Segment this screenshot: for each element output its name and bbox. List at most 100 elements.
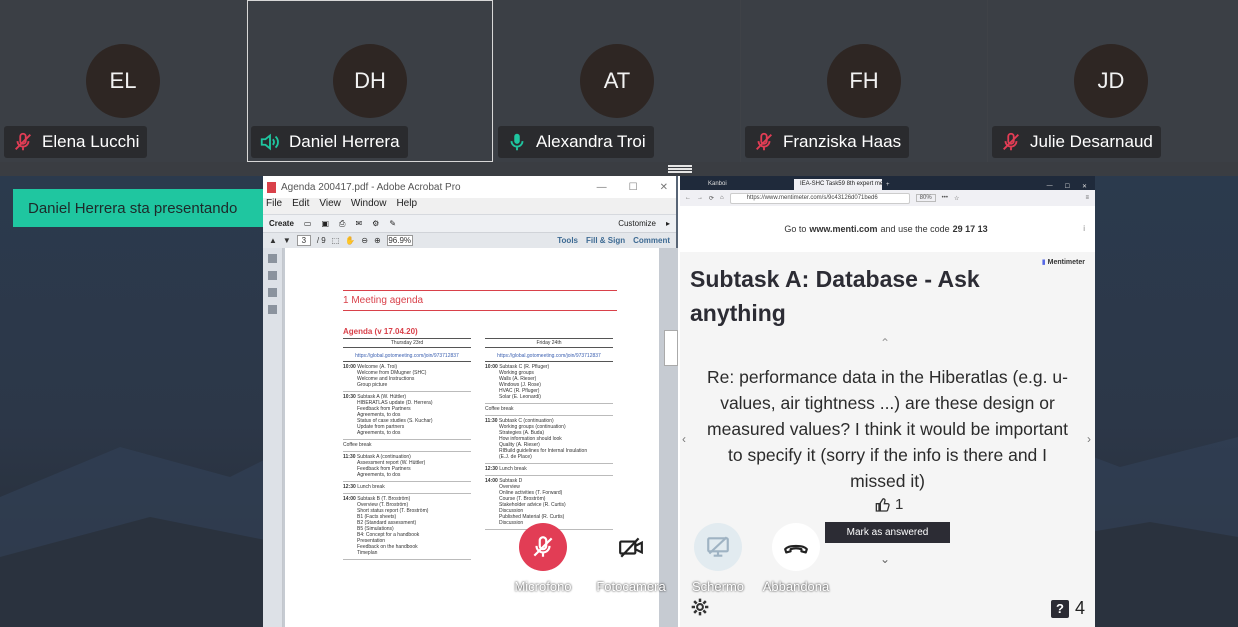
agenda-subheading: Agenda (v 17.04.20): [343, 327, 418, 336]
browser-tabbar: Kanboi IEA-SHC Task59 8th expert mee + —…: [680, 176, 1095, 190]
leave-button[interactable]: [772, 523, 820, 571]
microphone-button[interactable]: [519, 523, 567, 571]
screen-share-button[interactable]: [694, 523, 742, 571]
forward-icon[interactable]: →: [697, 195, 703, 201]
agenda-heading: 1 Meeting agenda: [343, 290, 617, 311]
chevron-left-icon[interactable]: ‹: [682, 432, 686, 446]
zoom-field[interactable]: 96.9%: [386, 235, 413, 246]
menu-file[interactable]: File: [266, 198, 282, 214]
participant-tile-2[interactable]: DH Daniel Herrera: [247, 0, 493, 162]
menu-view[interactable]: View: [319, 198, 341, 214]
print-icon[interactable]: ⎙: [339, 219, 345, 229]
page-number-field[interactable]: 3: [296, 235, 311, 246]
page-down-icon[interactable]: ▼: [283, 236, 291, 245]
participant-name: Daniel Herrera: [289, 132, 400, 151]
close-icon[interactable]: ✕: [1082, 183, 1087, 190]
layers-icon[interactable]: [268, 305, 277, 314]
agenda-row-title: 12:30 Lunch break: [485, 466, 613, 472]
more-icon[interactable]: •••: [942, 195, 948, 201]
customize-button[interactable]: Customize: [618, 219, 656, 228]
home-icon[interactable]: ⌂: [720, 195, 724, 201]
agenda-meeting-link[interactable]: https://global.gotomeeting.com/join/9737…: [343, 351, 471, 362]
like-count: 1: [895, 496, 904, 513]
logo-text: Mentimeter: [1047, 259, 1085, 266]
agenda-meeting-link[interactable]: https://global.gotomeeting.com/join/9737…: [485, 351, 613, 362]
menti-site[interactable]: www.menti.com: [809, 224, 877, 234]
agenda-item: Group picture: [357, 382, 388, 388]
camera-off-icon: [619, 537, 643, 558]
comment-tab[interactable]: Comment: [633, 236, 670, 245]
camera-button[interactable]: [607, 523, 655, 571]
pages-icon[interactable]: [268, 254, 277, 263]
agenda-row: 11:30 Subtask C (continuation) Working gr…: [485, 416, 613, 464]
back-icon[interactable]: ←: [685, 195, 691, 201]
create-button[interactable]: Create: [269, 219, 294, 228]
participant-tile-4[interactable]: FH Franziska Haas: [741, 0, 987, 162]
microphone-control[interactable]: Microfono: [503, 523, 583, 594]
menu-window[interactable]: Window: [351, 198, 387, 214]
agenda-row: 10:00 Welcome (A. Troi) Welcome from DMug…: [343, 362, 471, 392]
save-icon[interactable]: ▣: [321, 219, 329, 228]
leave-control[interactable]: Abbandona: [756, 523, 836, 594]
like-counter[interactable]: 1: [875, 496, 903, 513]
chevron-up-icon[interactable]: ⌃: [880, 336, 890, 350]
menu-edit[interactable]: Edit: [292, 198, 309, 214]
maximize-icon[interactable]: ☐: [1065, 183, 1070, 190]
minimize-icon[interactable]: —: [1047, 183, 1053, 190]
question-count: 4: [1074, 598, 1085, 618]
gear-icon[interactable]: [690, 597, 710, 617]
drag-handle-icon[interactable]: [668, 165, 692, 173]
agenda-session: Coffee break: [343, 442, 372, 448]
menu-icon[interactable]: ≡: [1085, 195, 1095, 201]
info-icon[interactable]: i: [1083, 224, 1085, 233]
close-icon[interactable]: ✕: [660, 182, 668, 193]
new-tab-icon[interactable]: +: [886, 182, 890, 190]
menu-help[interactable]: Help: [396, 198, 417, 214]
mark-as-answered-button[interactable]: Mark as answered: [825, 522, 950, 543]
participant-name: Julie Desarnaud: [1030, 132, 1153, 151]
page-up-icon[interactable]: ▲: [269, 236, 277, 245]
chevron-right-icon[interactable]: ›: [1087, 432, 1091, 446]
slide-title: Subtask A: Database - Ask anything: [690, 266, 980, 326]
tools-tab[interactable]: Tools: [557, 236, 578, 245]
url-field[interactable]: https://www.mentimeter.com/s/9c43126d071…: [729, 192, 910, 204]
settings-icon[interactable]: ⚙: [372, 219, 379, 228]
hand-tool-icon[interactable]: ✋: [345, 236, 355, 245]
mic-muted-icon: [756, 132, 772, 151]
open-icon[interactable]: ▭: [304, 219, 312, 228]
chevron-down-icon[interactable]: ⌄: [880, 552, 890, 566]
resize-divider[interactable]: [0, 162, 1238, 176]
browser-tab[interactable]: Kanboi: [702, 179, 790, 190]
select-tool-icon[interactable]: ⬚: [332, 236, 340, 245]
mentimeter-logo: ▮ Mentimeter: [1042, 258, 1085, 266]
zoom-badge[interactable]: 80%: [915, 194, 936, 202]
scroll-handle[interactable]: [664, 330, 678, 366]
acrobat-toolbar: Create ▭ ▣ ⎙ ✉ ⚙ ✎ Customize ▸: [263, 214, 676, 232]
presenter-badge: Daniel Herrera sta presentando: [13, 189, 267, 227]
expand-icon[interactable]: ▸: [666, 219, 676, 228]
camera-control[interactable]: Fotocamera: [591, 523, 671, 594]
minimize-icon[interactable]: —: [597, 182, 607, 193]
participant-tile-1[interactable]: EL Elena Lucchi: [0, 0, 246, 162]
agenda-row: 10:30 Subtask A (W. Hüttler) HIBERATLAS u…: [343, 392, 471, 440]
zoom-out-icon[interactable]: ⊖: [361, 236, 368, 245]
participant-tile-3[interactable]: AT Alexandra Troi: [494, 0, 740, 162]
browser-tab-active[interactable]: IEA-SHC Task59 8th expert mee: [794, 179, 882, 190]
agenda-session: Lunch break: [499, 466, 527, 472]
speaker-speaking-icon: [260, 133, 279, 151]
agenda-column-thursday: Thursday 23rd https://global.gotomeeting.…: [343, 338, 471, 560]
bookmark-icon[interactable]: ☆: [954, 195, 959, 202]
signature-icon[interactable]: [268, 288, 277, 297]
zoom-in-icon[interactable]: ⊕: [374, 236, 381, 245]
reload-icon[interactable]: ⟳: [709, 195, 714, 202]
question-text: Re: performance data in the Hiberatlas (…: [707, 367, 1068, 491]
attachments-icon[interactable]: [268, 271, 277, 280]
question-counter[interactable]: ? 4: [1050, 598, 1085, 619]
screen-control[interactable]: Schermo: [678, 523, 758, 594]
maximize-icon[interactable]: ☐: [629, 182, 638, 193]
participant-tile-5[interactable]: JD Julie Desarnaud: [988, 0, 1238, 162]
comment-icon[interactable]: ✎: [389, 219, 396, 228]
email-icon[interactable]: ✉: [355, 219, 362, 228]
fill-sign-tab[interactable]: Fill & Sign: [586, 236, 625, 245]
acrobat-sidebar: [263, 248, 283, 627]
